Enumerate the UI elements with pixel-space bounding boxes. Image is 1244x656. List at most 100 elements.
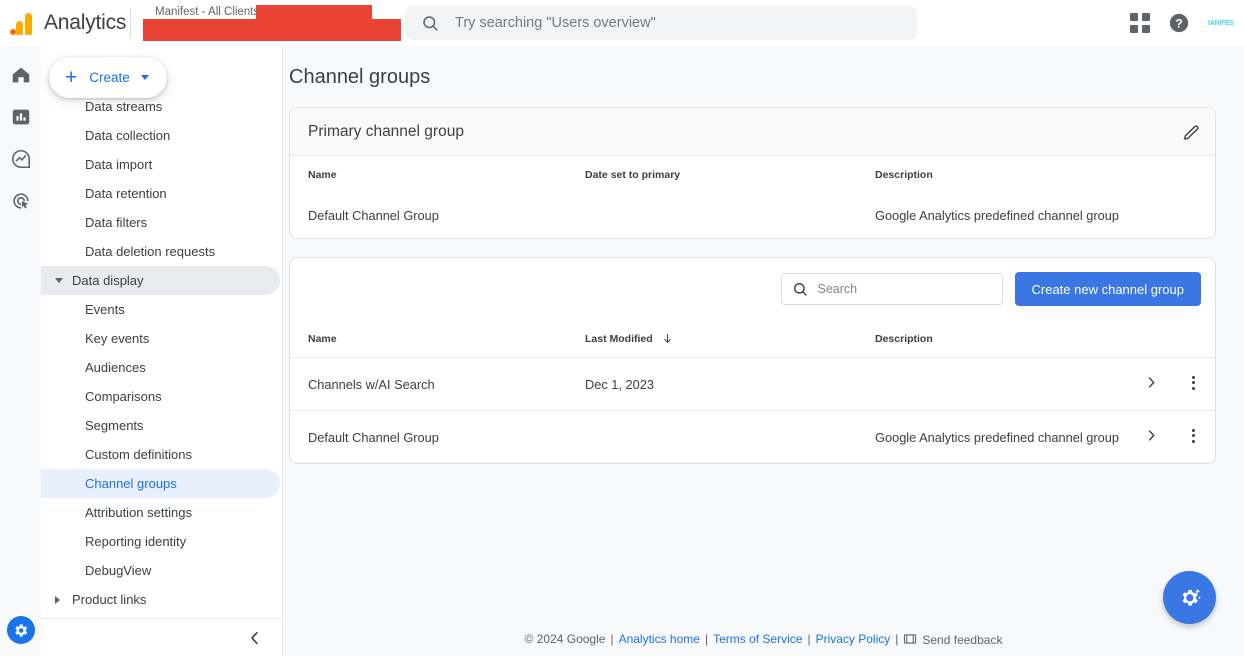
sidebar-item-label: Data streams (85, 99, 163, 114)
redacted-property-name (256, 5, 372, 19)
chevron-right-icon[interactable] (1144, 375, 1159, 393)
explore-icon[interactable] (10, 148, 32, 170)
svg-text:?: ? (1175, 17, 1182, 31)
analytics-app: Analytics Manifest - All Clients> ? (0, 0, 1244, 656)
row-open-cell (1131, 411, 1171, 464)
footer-separator: | (807, 632, 811, 646)
sidebar-item-data-deletion-requests[interactable]: Data deletion requests (41, 237, 280, 266)
settings-sidebar: + Create Data streams Data collection Data… (41, 46, 283, 656)
header-divider (130, 9, 131, 37)
sidebar-item-events[interactable]: Events (41, 295, 280, 324)
chevron-right-icon (55, 595, 60, 604)
list-card-toolbar: Create new channel group (290, 258, 1215, 320)
create-button-label: Create (89, 70, 130, 85)
cell-name: Default Channel Group (308, 429, 439, 445)
sidebar-item-reporting-identity[interactable]: Reporting identity (41, 527, 280, 556)
table-row[interactable]: Channels w/AI Search Dec 1, 2023 (290, 357, 1215, 411)
reports-bar-chart-icon[interactable] (10, 106, 32, 128)
top-bar-actions: ? MANIFEST (1130, 0, 1234, 46)
page-footer: © 2024 Google | Analytics home | Terms o… (283, 622, 1244, 656)
channel-groups-table-body: Channels w/AI Search Dec 1, 2023 Default C… (290, 357, 1215, 464)
sidebar-item-comparisons[interactable]: Comparisons (41, 382, 280, 411)
sidebar-item-label: Channel groups (85, 476, 177, 491)
sidebar-item-data-filters[interactable]: Data filters (41, 208, 280, 237)
help-circle-icon[interactable]: ? (1168, 12, 1190, 34)
grid-apps-icon[interactable] (1130, 13, 1150, 33)
sidebar-item-segments[interactable]: Segments (41, 411, 280, 440)
sidebar-item-label: Data collection (85, 128, 171, 143)
sidebar-item-attribution-settings[interactable]: Attribution settings (41, 498, 280, 527)
sidebar-item-label: Data display (72, 273, 144, 288)
global-search-bar[interactable] (405, 6, 917, 40)
search-icon (793, 282, 807, 296)
create-button[interactable]: + Create (49, 57, 167, 98)
sidebar-item-data-collection[interactable]: Data collection (41, 121, 280, 150)
channel-groups-list-card: Create new channel group Name Last Modif… (289, 257, 1216, 464)
sidebar-item-channel-groups[interactable]: Channel groups (41, 469, 280, 498)
cell-name: Channels w/AI Search (308, 376, 435, 392)
table-header-row: Name Last Modified Description (290, 320, 1215, 358)
google-analytics-logo-icon (10, 11, 36, 35)
cell-name: Default Channel Group (308, 208, 439, 223)
sidebar-item-label: Data retention (85, 186, 167, 201)
channel-group-search-input[interactable] (817, 282, 978, 296)
primary-card-title: Primary channel group (308, 122, 464, 140)
rail-bottom (0, 616, 41, 644)
footer-link-privacy-policy[interactable]: Privacy Policy (816, 632, 891, 646)
breadcrumb-text: Manifest - All Clients> (155, 6, 270, 18)
avatar[interactable]: MANIFEST (1208, 10, 1234, 36)
table-row[interactable]: Default Channel Group Google Analytics pr… (290, 410, 1215, 464)
more-vertical-icon[interactable] (1191, 373, 1195, 392)
sidebar-item-data-retention[interactable]: Data retention (41, 179, 280, 208)
column-header-date-set-to-primary: Date set to primary (585, 169, 681, 181)
chevron-right-icon[interactable] (1144, 428, 1159, 446)
column-header-last-modified[interactable]: Last Modified (585, 320, 875, 358)
column-header-description: Description (875, 333, 933, 345)
sidebar-item-data-import[interactable]: Data import (41, 150, 280, 179)
cell-description (875, 358, 1131, 411)
home-icon[interactable] (10, 64, 32, 86)
sidebar-item-label: Product links (72, 592, 147, 607)
search-input[interactable] (455, 15, 895, 31)
channel-groups-table: Name Last Modified Description Channels … (290, 320, 1215, 463)
chevron-down-icon (140, 75, 149, 80)
sidebar-item-custom-definitions[interactable]: Custom definitions (41, 440, 280, 469)
sidebar-item-label: Data import (85, 157, 153, 172)
footer-link-analytics-home[interactable]: Analytics home (619, 632, 700, 646)
icon-rail (0, 46, 41, 656)
cell-description: Google Analytics predefined channel grou… (875, 429, 1120, 445)
advertising-target-icon[interactable] (10, 190, 32, 212)
footer-link-terms-of-service[interactable]: Terms of Service (713, 632, 802, 646)
sidebar-item-key-events[interactable]: Key events (41, 324, 280, 353)
column-header-name: Name (308, 169, 337, 181)
redacted-property-selector (143, 19, 401, 41)
create-new-channel-group-button[interactable]: Create new channel group (1014, 272, 1201, 306)
sidebar-item-label: Attribution settings (85, 505, 192, 520)
cell-description: Google Analytics predefined channel grou… (875, 208, 1120, 223)
chevron-left-icon[interactable] (246, 629, 264, 647)
sidebar-item-label: Reporting identity (85, 534, 187, 549)
footer-separator: | (704, 632, 709, 646)
sidebar-item-label: Events (85, 302, 125, 317)
sidebar-item-label: Key events (85, 331, 150, 346)
primary-channel-group-table: Name Date set to primary Description Def… (290, 156, 1215, 238)
pencil-edit-icon[interactable] (1181, 122, 1201, 142)
sidebar-item-product-links[interactable]: Product links (41, 585, 280, 614)
column-header-description: Description (875, 169, 933, 181)
sidebar-item-data-display[interactable]: Data display (41, 266, 280, 295)
chevron-down-icon (55, 278, 63, 283)
sidebar-item-debugview[interactable]: DebugView (41, 556, 280, 585)
breadcrumb[interactable]: Manifest - All Clients> (143, 0, 411, 46)
gear-sparkle-ai-icon (1182, 588, 1201, 606)
sidebar-item-audiences[interactable]: Audiences (41, 353, 280, 382)
send-feedback-button[interactable]: Send feedback (903, 632, 1002, 647)
channel-group-search[interactable] (780, 273, 1003, 305)
ai-assistant-fab-button[interactable] (1163, 571, 1216, 624)
column-header-last-modified-label: Last Modified (585, 333, 653, 345)
column-header-name[interactable]: Name (290, 320, 585, 358)
sidebar-item-label: Segments (85, 418, 144, 433)
sidebar-item-label: DebugView (85, 563, 152, 578)
analytics-logo-block[interactable]: Analytics (0, 11, 128, 35)
admin-gear-button[interactable] (6, 616, 35, 644)
more-vertical-icon[interactable] (1191, 426, 1195, 445)
